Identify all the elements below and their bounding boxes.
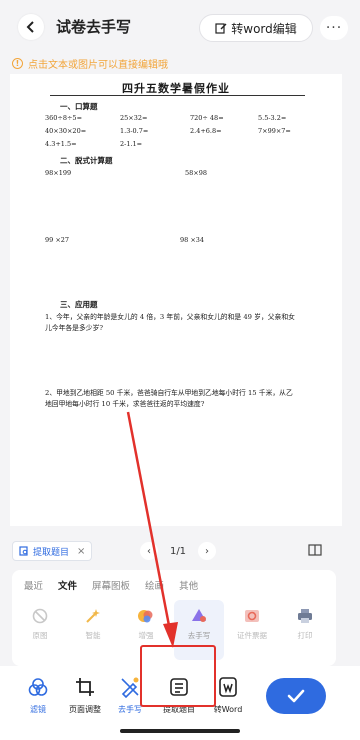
oral-item[interactable]: 720÷ 48= [190, 114, 224, 122]
tab-screen-board[interactable]: 屏幕图板 [92, 578, 130, 592]
oral-item[interactable]: 4.3+1.5= [45, 140, 77, 148]
chevron-right-icon: › [205, 545, 209, 557]
title-divider [50, 95, 305, 96]
no-filter-icon [32, 608, 48, 624]
chevron-left-icon [26, 21, 34, 33]
section-heading[interactable]: 三、应用题 [60, 299, 98, 310]
filter-button[interactable]: 滤镜 [13, 676, 63, 715]
triangle-shape-icon [192, 609, 206, 622]
confirm-button[interactable] [266, 678, 326, 714]
tab-other[interactable]: 其他 [179, 578, 198, 592]
tool-id-receipt[interactable]: 证件票据 [227, 600, 277, 660]
close-icon[interactable]: × [77, 546, 85, 557]
oral-item[interactable]: 25×32= [120, 114, 147, 122]
filter-circles-icon [28, 678, 48, 696]
document-area: 四升五数学暑假作业 一、口算题 360÷8÷5= 25×32= 720÷ 48=… [0, 74, 360, 526]
oral-item[interactable]: 2.4+6.8= [190, 127, 222, 135]
tab-drawing[interactable]: 绘画 [145, 578, 164, 592]
category-tabs: 最近 文件 屏幕图板 绘画 其他 [24, 578, 198, 592]
question-1[interactable]: 1、今年，父亲的年龄是女儿的 4 倍，3 年前，父亲和女儿的和是 49 岁，父亲… [45, 312, 295, 334]
prev-page-button[interactable]: ‹ [140, 542, 158, 560]
magic-wand-icon [86, 609, 100, 623]
top-bar: 试卷去手写 转word编辑 ··· [0, 0, 360, 52]
eraser-pen-icon [121, 677, 139, 698]
tool-label: 增强 [138, 631, 154, 640]
to-word-label: 转Word [213, 705, 243, 714]
question-2[interactable]: 2、甲地到乙地相距 50 千米，爸爸骑自行车从甲地到乙地每小时行 15 千米，从… [45, 388, 295, 410]
tool-smart[interactable]: 智能 [68, 600, 118, 660]
document-title[interactable]: 四升五数学暑假作业 [10, 80, 342, 96]
oral-item[interactable]: 2-1.1= [120, 140, 142, 148]
tool-label: 智能 [85, 631, 101, 640]
oral-item[interactable]: 7×99×7= [258, 127, 291, 135]
tab-recent[interactable]: 最近 [24, 578, 43, 592]
edit-icon [215, 23, 227, 34]
chip-label: 提取题目 [33, 547, 70, 558]
page-title: 试卷去手写 [56, 18, 132, 36]
tool-print[interactable]: 打印 [280, 600, 330, 660]
document-page[interactable]: 四升五数学暑假作业 一、口算题 360÷8÷5= 25×32= 720÷ 48=… [10, 74, 342, 526]
calc-item[interactable]: 99 ×27 [45, 236, 69, 244]
filter-label: 滤镜 [30, 705, 46, 714]
oral-item[interactable]: 1.3-0.7= [120, 127, 148, 135]
page-indicator: 1/1 [169, 545, 187, 557]
to-word-edit-label: 转word编辑 [231, 21, 297, 36]
section-heading[interactable]: 一、口算题 [60, 101, 98, 112]
page-adjust-label: 页面调整 [69, 705, 101, 714]
tip-bar: ! 点击文本或图片可以直接编辑哦 [0, 52, 360, 74]
oral-item[interactable]: 5.5-3.2= [258, 114, 286, 122]
home-indicator [120, 729, 240, 733]
tool-label: 证件票据 [237, 631, 267, 640]
remove-handwriting-label: 去手写 [118, 705, 142, 714]
crop-icon [76, 678, 94, 696]
printer-icon [298, 609, 312, 623]
page-adjust-button[interactable]: 页面调整 [60, 676, 110, 715]
calc-item[interactable]: 98 ×34 [180, 236, 204, 244]
more-button[interactable]: ··· [320, 16, 348, 40]
id-card-icon [245, 610, 259, 622]
word-doc-icon [219, 677, 237, 697]
warning-icon: ! [12, 57, 23, 69]
color-palette-icon [138, 610, 153, 623]
pager: ‹ 1/1 › [140, 540, 216, 562]
tool-label: 打印 [297, 631, 313, 640]
tab-file[interactable]: 文件 [58, 578, 77, 592]
document-search-icon [19, 546, 28, 556]
more-icon: ··· [325, 20, 343, 36]
back-button[interactable] [18, 14, 44, 40]
calc-item[interactable]: 98×199 [45, 169, 71, 177]
chevron-left-icon: ‹ [147, 545, 151, 557]
calc-item[interactable]: 58×98 [185, 169, 207, 177]
tool-original[interactable]: 原图 [15, 600, 65, 660]
highlight-box [140, 645, 216, 707]
tip-text: 点击文本或图片可以直接编辑哦 [28, 59, 168, 71]
oral-item[interactable]: 40×30×20= [45, 127, 86, 135]
to-word-edit-button[interactable]: 转word编辑 [199, 14, 313, 42]
tool-label: 去手写 [187, 631, 211, 640]
tool-label: 原图 [32, 631, 48, 640]
section-heading[interactable]: 二、脱式计算题 [60, 155, 113, 166]
bottom-panel: 提取题目 × ‹ 1/1 › 最近 文件 屏幕图板 绘画 其他 原图 智能 增强… [0, 526, 360, 740]
extract-questions-chip[interactable]: 提取题目 × [12, 541, 93, 561]
oral-item[interactable]: 360÷8÷5= [45, 114, 82, 122]
next-page-button[interactable]: › [198, 542, 216, 560]
checkmark-icon [287, 689, 305, 703]
split-view-icon[interactable] [308, 543, 322, 557]
